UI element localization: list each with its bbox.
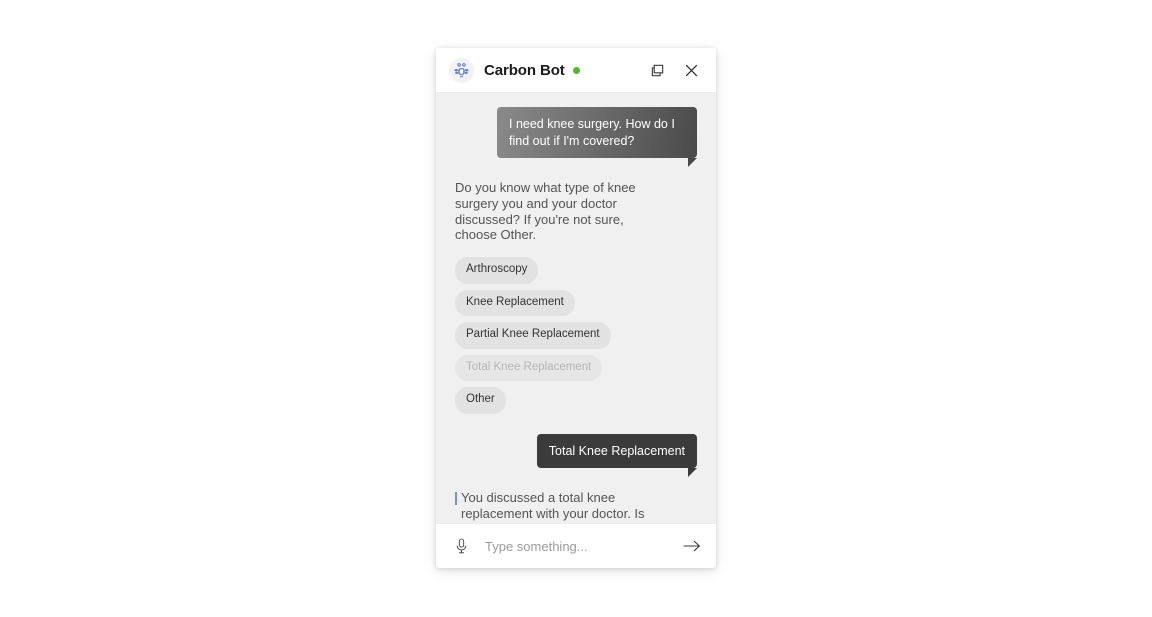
chat-message-list: I need knee surgery. How do I find out i… [436,93,716,523]
close-button[interactable] [680,59,702,81]
bot-avatar-icon [454,62,469,77]
typing-cursor-icon [455,492,457,506]
quick-reply-chip[interactable]: Arthroscopy [455,257,539,284]
quick-reply-chip[interactable]: Knee Replacement [455,289,575,317]
message-input[interactable] [485,538,674,554]
message-row-user: I need knee surgery. How do I find out i… [455,107,697,167]
send-arrow-icon [683,540,700,552]
user-message-bubble: Total Knee Replacement [536,433,698,477]
microphone-button[interactable] [452,537,470,555]
restore-window-icon [651,64,663,76]
chat-header: Carbon Bot [436,48,716,93]
send-button[interactable] [682,536,702,556]
quick-reply-options: Arthroscopy Knee Replacement Partial Kne… [455,257,655,414]
quick-reply-chip[interactable]: Partial Knee Replacement [455,322,611,349]
message-row-user: Total Knee Replacement [455,433,698,477]
bot-message-block: You discussed a total knee replacement w… [455,490,647,523]
message-row-bot: You discussed a total knee replacement w… [455,490,697,523]
quick-reply-chip[interactable]: Other [455,387,506,414]
chat-widget: Carbon Bot I need knee surgery. How do I… [436,48,716,568]
bot-message-text: You discussed a total knee replacement w… [461,490,645,523]
page-title: Carbon Bot [484,61,565,79]
quick-reply-chip-selected[interactable]: Total Knee Replacement [455,354,603,382]
bot-message-text: Do you know what type of knee surgery yo… [455,180,636,243]
user-message-bubble: I need knee surgery. How do I find out i… [497,107,697,167]
microphone-icon [456,538,466,554]
bot-avatar [449,57,474,83]
restore-window-button[interactable] [646,59,668,81]
message-row-bot: Do you know what type of knee surgery yo… [455,180,697,243]
close-icon [685,64,697,76]
chat-composer [436,523,716,568]
online-status-dot [572,66,580,74]
